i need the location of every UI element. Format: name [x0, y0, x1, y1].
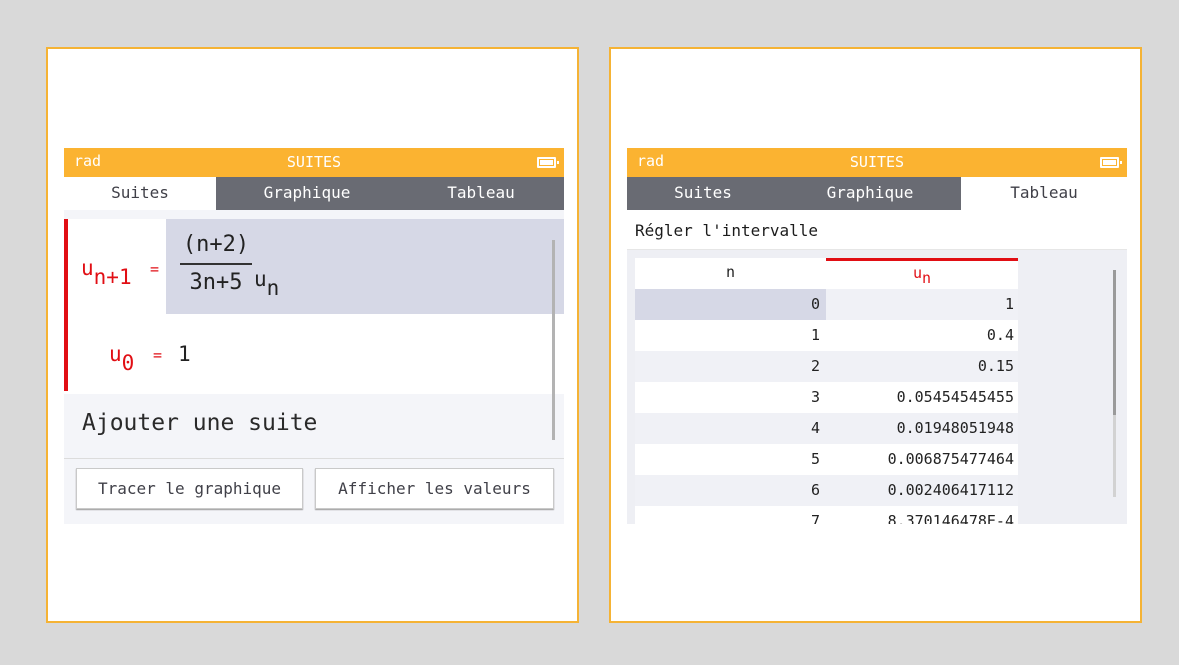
cell-u[interactable]: 1 — [826, 289, 1018, 320]
cell-u[interactable]: 8.370146478E-4 — [826, 506, 1018, 524]
cell-u[interactable]: 0.006875477464 — [826, 444, 1018, 475]
fraction-numerator: (n+2) — [182, 232, 250, 257]
tab-bar: Suites Graphique Tableau — [627, 177, 1127, 210]
table-row: 5 0.006875477464 — [635, 444, 1018, 475]
tab-suites[interactable]: Suites — [64, 177, 216, 210]
app-title: SUITES — [286, 153, 342, 171]
right-screenshot-frame: rad SUITES Suites Graphique Tableau Régl… — [609, 47, 1142, 623]
tab-tableau[interactable]: Tableau — [398, 177, 564, 210]
table-row: 6 0.002406417112 — [635, 475, 1018, 506]
initial-term-symbol: u0 — [109, 342, 135, 375]
cell-n[interactable]: 5 — [635, 444, 826, 475]
calculator-screen-sequences: rad SUITES Suites Graphique Tableau un+1… — [64, 148, 564, 524]
recurrence-equals: = — [150, 260, 160, 278]
list-scrollbar[interactable] — [552, 240, 555, 440]
app-title: SUITES — [849, 153, 905, 171]
add-sequence-label: Ajouter une suite — [82, 410, 318, 436]
table-row: 7 8.370146478E-4 — [635, 506, 1018, 524]
initial-term-value[interactable]: 1 — [178, 342, 191, 366]
tab-bar: Suites Graphique Tableau — [64, 177, 564, 210]
values-table-area: n un 0 1 1 0.4 2 0.15 3 0.05454545455 4 … — [627, 250, 1127, 524]
table-row: 2 0.15 — [635, 351, 1018, 382]
initial-equals: = — [153, 346, 163, 364]
battery-icon — [537, 157, 559, 168]
battery-icon — [1100, 157, 1122, 168]
cell-n[interactable]: 0 — [635, 289, 826, 320]
cell-n[interactable]: 6 — [635, 475, 826, 506]
plot-graph-button[interactable]: Tracer le graphique — [76, 468, 303, 509]
recurrence-term: un — [254, 267, 280, 300]
cell-n[interactable]: 4 — [635, 413, 826, 444]
recurrence-fraction[interactable]: (n+2) 3n+5 — [180, 231, 252, 296]
left-screenshot-frame: rad SUITES Suites Graphique Tableau un+1… — [46, 47, 579, 623]
sequence-u[interactable]: un+1 = (n+2) 3n+5 un u0 = 1 — [64, 219, 564, 394]
column-header-u[interactable]: un — [826, 258, 1018, 289]
table-scrollbar-thumb[interactable] — [1113, 270, 1116, 415]
table-row: 1 0.4 — [635, 320, 1018, 351]
cell-n[interactable]: 1 — [635, 320, 826, 351]
tab-suites[interactable]: Suites — [627, 177, 779, 210]
sequence-list: un+1 = (n+2) 3n+5 un u0 = 1 Ajouter une … — [64, 210, 564, 458]
cell-n[interactable]: 7 — [635, 506, 826, 524]
tab-tableau[interactable]: Tableau — [961, 177, 1127, 210]
cell-u[interactable]: 0.01948051948 — [826, 413, 1018, 444]
fraction-denominator: 3n+5 — [189, 270, 243, 295]
column-header-n: n — [635, 258, 826, 289]
recurrence-symbol: un+1 — [81, 256, 132, 289]
status-bar: rad SUITES — [627, 148, 1127, 177]
table-row: 0 1 — [635, 289, 1018, 320]
fraction-bar — [180, 263, 252, 265]
cell-u[interactable]: 0.4 — [826, 320, 1018, 351]
interval-settings-row[interactable]: Régler l'intervalle — [627, 210, 1127, 250]
sequence-color-bar — [64, 219, 68, 391]
interval-settings-label: Régler l'intervalle — [635, 221, 819, 240]
tab-graphique[interactable]: Graphique — [779, 177, 961, 210]
cell-n[interactable]: 2 — [635, 351, 826, 382]
tab-graphique[interactable]: Graphique — [216, 177, 398, 210]
cell-u[interactable]: 0.05454545455 — [826, 382, 1018, 413]
calculator-screen-table: rad SUITES Suites Graphique Tableau Régl… — [627, 148, 1127, 524]
cell-u[interactable]: 0.15 — [826, 351, 1018, 382]
table-scrollbar-track[interactable] — [1113, 415, 1116, 497]
values-table: n un 0 1 1 0.4 2 0.15 3 0.05454545455 4 … — [635, 258, 1018, 524]
cell-n[interactable]: 3 — [635, 382, 826, 413]
add-sequence-row[interactable]: Ajouter une suite — [64, 394, 554, 456]
button-bar: Tracer le graphique Afficher les valeurs — [64, 458, 564, 524]
display-values-button[interactable]: Afficher les valeurs — [315, 468, 554, 509]
cell-u[interactable]: 0.002406417112 — [826, 475, 1018, 506]
status-bar: rad SUITES — [64, 148, 564, 177]
table-row: 4 0.01948051948 — [635, 413, 1018, 444]
table-row: 3 0.05454545455 — [635, 382, 1018, 413]
